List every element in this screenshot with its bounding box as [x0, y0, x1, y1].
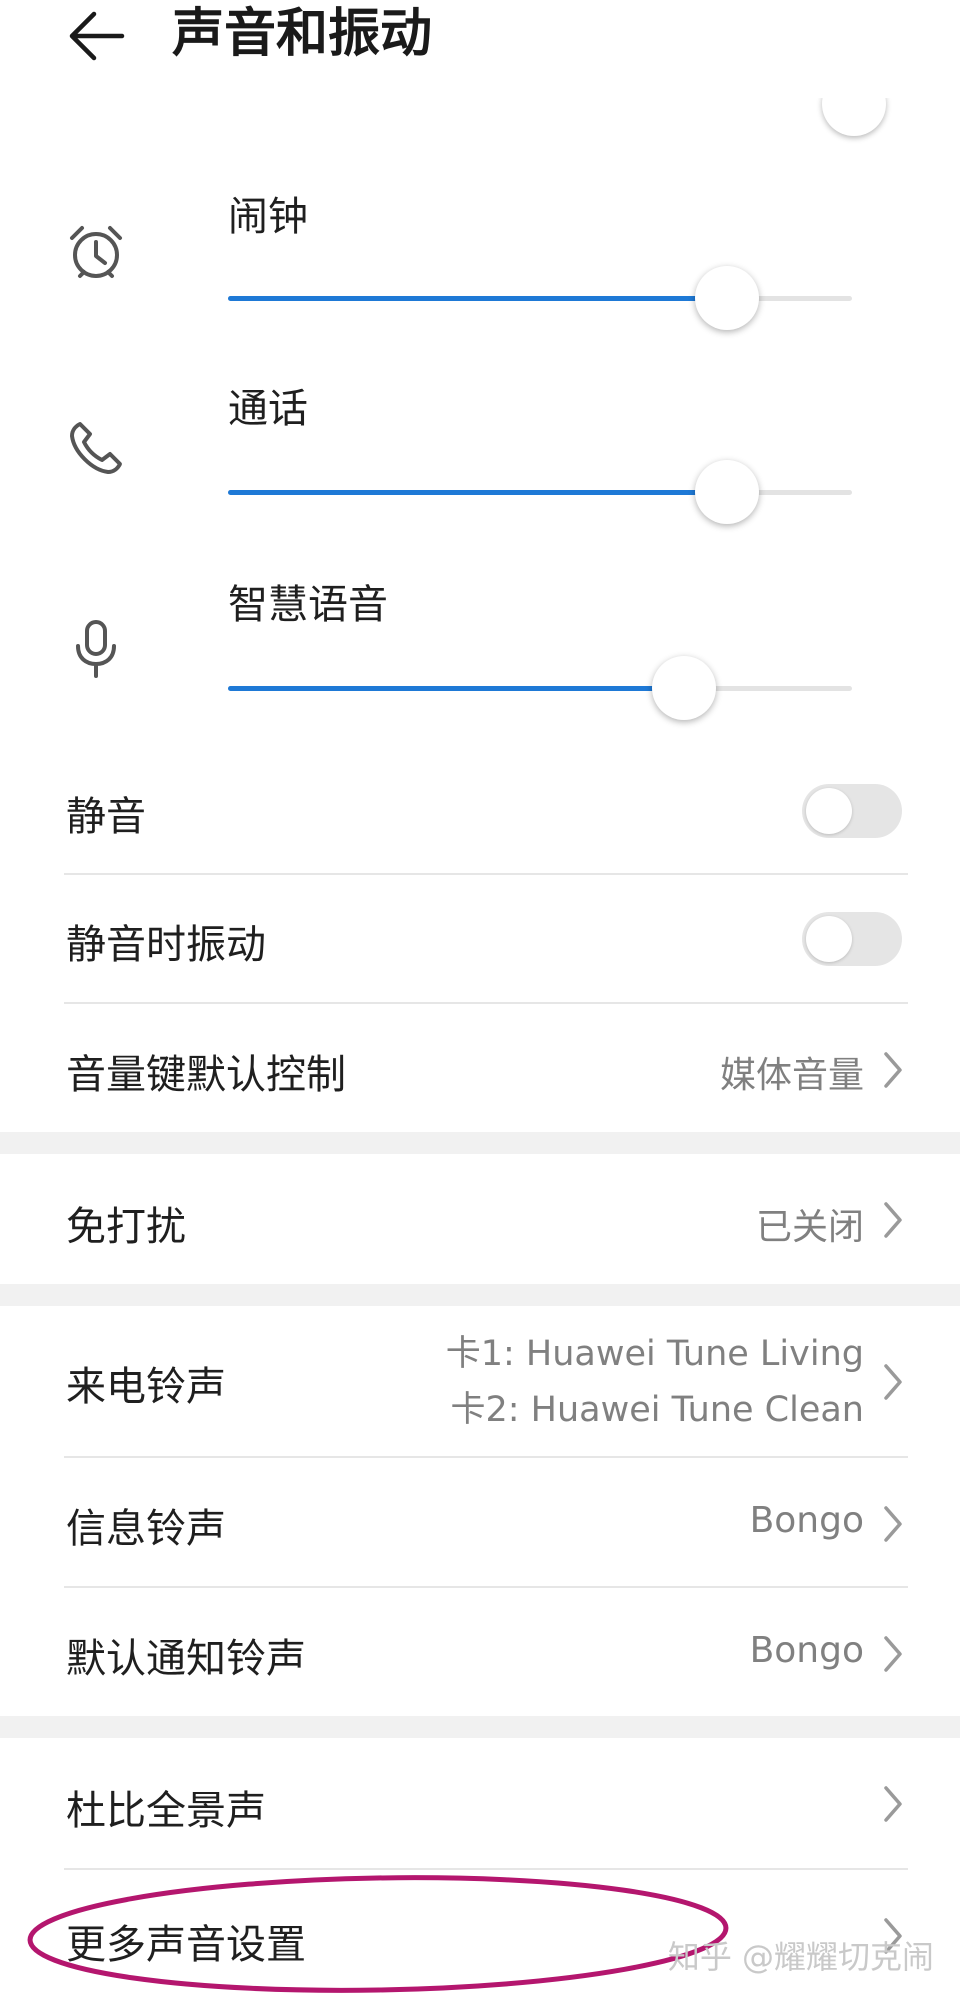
chevron-right-icon: [884, 1052, 902, 1088]
volume-key-default-label: 音量键默认控制: [66, 1052, 346, 1098]
message-tone-value: Bongo: [749, 1500, 864, 1541]
notification-tone-value: Bongo: [749, 1630, 864, 1671]
ringtone-value-sim1: 卡1: Huawei Tune Living: [445, 1334, 864, 1374]
alarm-clock-icon: [70, 226, 122, 278]
volume-row-voice-assistant: 智慧语音: [0, 568, 960, 758]
back-arrow-icon[interactable]: [66, 8, 126, 64]
row-ringtone[interactable]: 来电铃声 卡1: Huawei Tune Living 卡2: Huawei T…: [0, 1306, 960, 1456]
notification-tone-label: 默认通知铃声: [66, 1636, 306, 1682]
chevron-right-icon: [884, 1364, 902, 1400]
volume-key-default-value: 媒体音量: [719, 1055, 864, 1096]
row-silent[interactable]: 静音: [0, 748, 960, 874]
page-title: 声音和振动: [172, 4, 433, 64]
app-header: 声音和振动: [0, 0, 960, 80]
slider-fill: [228, 686, 684, 691]
row-vibrate-when-silent[interactable]: 静音时振动: [0, 876, 960, 1002]
phone-icon: [70, 422, 122, 474]
section-gap: [0, 1716, 960, 1738]
row-dolby-atmos[interactable]: 杜比全景声: [0, 1738, 960, 1868]
vibrate-when-silent-toggle[interactable]: [802, 912, 902, 966]
vibrate-when-silent-label: 静音时振动: [66, 922, 266, 968]
row-volume-key-default[interactable]: 音量键默认控制 媒体音量: [0, 1004, 960, 1132]
chevron-right-icon: [884, 1636, 902, 1672]
ringtone-value-sim2: 卡2: Huawei Tune Clean: [450, 1390, 864, 1430]
volume-slider-alarm[interactable]: [228, 266, 852, 330]
message-tone-label: 信息铃声: [66, 1506, 226, 1552]
more-sound-settings-label: 更多声音设置: [66, 1922, 306, 1968]
dolby-atmos-label: 杜比全景声: [66, 1788, 266, 1834]
divider: [64, 873, 908, 875]
section-gap: [0, 1132, 960, 1154]
volume-label-alarm: 闹钟: [228, 194, 308, 240]
do-not-disturb-label: 免打扰: [66, 1204, 186, 1250]
silent-label: 静音: [66, 794, 146, 840]
volume-slider-voice-assistant[interactable]: [228, 656, 852, 720]
row-do-not-disturb[interactable]: 免打扰 已关闭: [0, 1154, 960, 1284]
volume-label-voice-assistant: 智慧语音: [228, 582, 388, 628]
do-not-disturb-value: 已关闭: [755, 1207, 864, 1248]
ringtone-label: 来电铃声: [66, 1364, 226, 1410]
slider-knob[interactable]: [695, 460, 760, 524]
volume-label-call: 通话: [228, 386, 308, 432]
microphone-icon: [76, 620, 116, 678]
row-notification-tone[interactable]: 默认通知铃声 Bongo: [0, 1588, 960, 1716]
volume-row-call: 通话: [0, 374, 960, 564]
slider-fill: [228, 490, 728, 495]
section-gap: [0, 1284, 960, 1306]
watermark: 知乎 @耀耀切克闹: [667, 1938, 934, 1976]
toggle-knob: [806, 788, 852, 834]
chevron-right-icon: [884, 1786, 902, 1822]
slider-fill: [228, 296, 728, 301]
slider-knob[interactable]: [695, 266, 760, 330]
volume-slider-call[interactable]: [228, 460, 852, 524]
slider-knob[interactable]: [651, 656, 716, 720]
chevron-right-icon: [884, 1506, 902, 1542]
sound-and-vibration-screen: 声音和振动 闹钟 通话 智慧语音 静音 静音时振动 音量键默认控制 媒体音量 免…: [0, 0, 960, 1996]
volume-row-alarm: 闹钟: [0, 180, 960, 370]
silent-toggle[interactable]: [802, 784, 902, 838]
chevron-right-icon: [884, 1202, 902, 1238]
row-message-tone[interactable]: 信息铃声 Bongo: [0, 1458, 960, 1586]
toggle-knob: [806, 916, 852, 962]
